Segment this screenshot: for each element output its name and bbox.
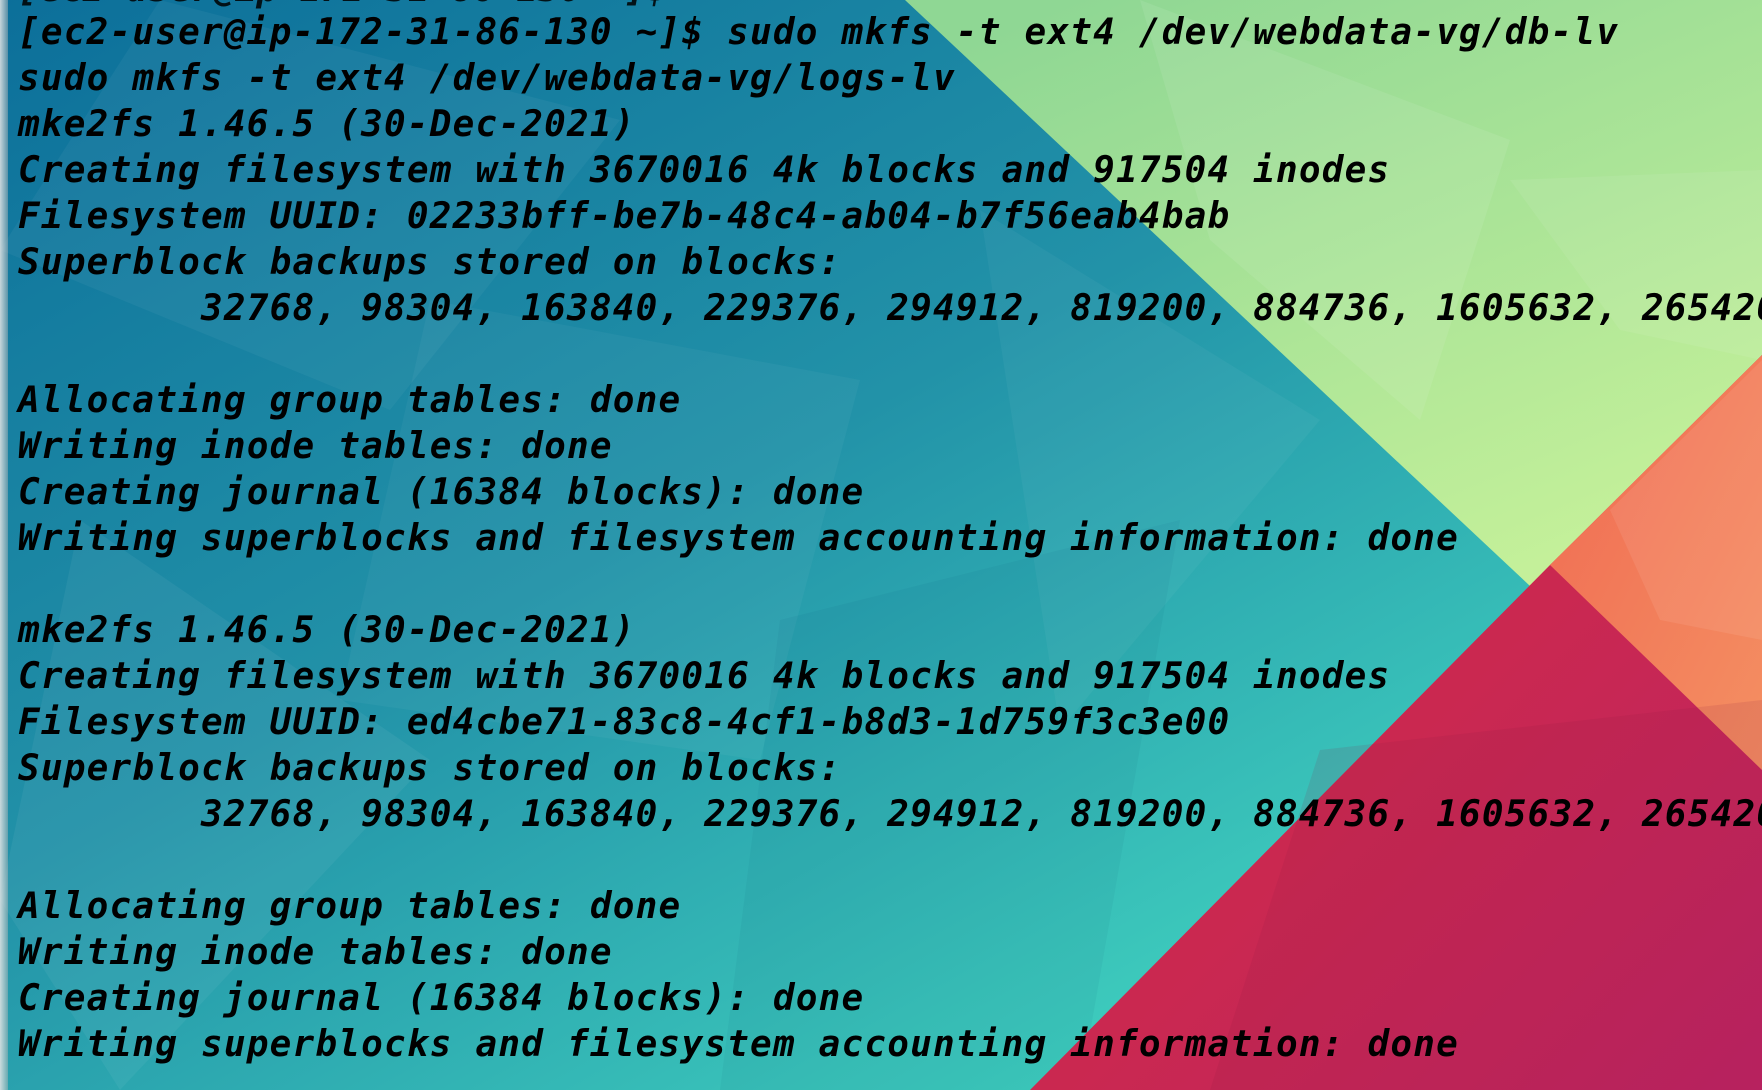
terminal-output-line: mke2fs 1.46.5 (30-Dec-2021) — [18, 610, 636, 651]
terminal-left-border — [0, 0, 8, 1090]
terminal-output-line: Superblock backups stored on blocks: — [18, 748, 842, 789]
previous-command-line-partial: [ec2-user@ip-172-31-86-130 ~]$ — [18, 0, 668, 10]
terminal-output-line: Allocating group tables: done — [18, 380, 682, 421]
terminal-output-line: Writing inode tables: done — [18, 932, 613, 973]
terminal-output-line: Allocating group tables: done — [18, 886, 682, 927]
terminal-output-line: Creating journal (16384 blocks): done — [18, 472, 865, 513]
terminal-output-line: mke2fs 1.46.5 (30-Dec-2021) — [18, 104, 636, 145]
terminal-output-line: Creating journal (16384 blocks): done — [18, 978, 865, 1019]
terminal-output-line: Filesystem UUID: 02233bff-be7b-48c4-ab04… — [18, 196, 1231, 237]
terminal-output-line: Writing superblocks and filesystem accou… — [18, 1024, 1460, 1065]
terminal-output-line: Superblock backups stored on blocks: — [18, 242, 842, 283]
terminal-output-line: 32768, 98304, 163840, 229376, 294912, 81… — [18, 288, 1762, 329]
terminal-output-line: Creating filesystem with 3670016 4k bloc… — [18, 150, 1391, 191]
terminal-output-line: sudo mkfs -t ext4 /dev/webdata-vg/logs-l… — [18, 58, 956, 99]
terminal-output-line: Writing inode tables: done — [18, 426, 613, 467]
terminal-window[interactable]: [ec2-user@ip-172-31-86-130 ~]$ [ec2-user… — [0, 0, 1762, 1090]
terminal-output-line: Writing superblocks and filesystem accou… — [18, 518, 1460, 559]
terminal-output-line: Filesystem UUID: ed4cbe71-83c8-4cf1-b8d3… — [18, 702, 1231, 743]
terminal-command-line: [ec2-user@ip-172-31-86-130 ~]$ sudo mkfs… — [18, 12, 1620, 53]
terminal-output-line: Creating filesystem with 3670016 4k bloc… — [18, 656, 1391, 697]
terminal-output[interactable]: [ec2-user@ip-172-31-86-130 ~]$ sudo mkfs… — [18, 10, 1762, 1090]
terminal-output-line: 32768, 98304, 163840, 229376, 294912, 81… — [18, 794, 1762, 835]
